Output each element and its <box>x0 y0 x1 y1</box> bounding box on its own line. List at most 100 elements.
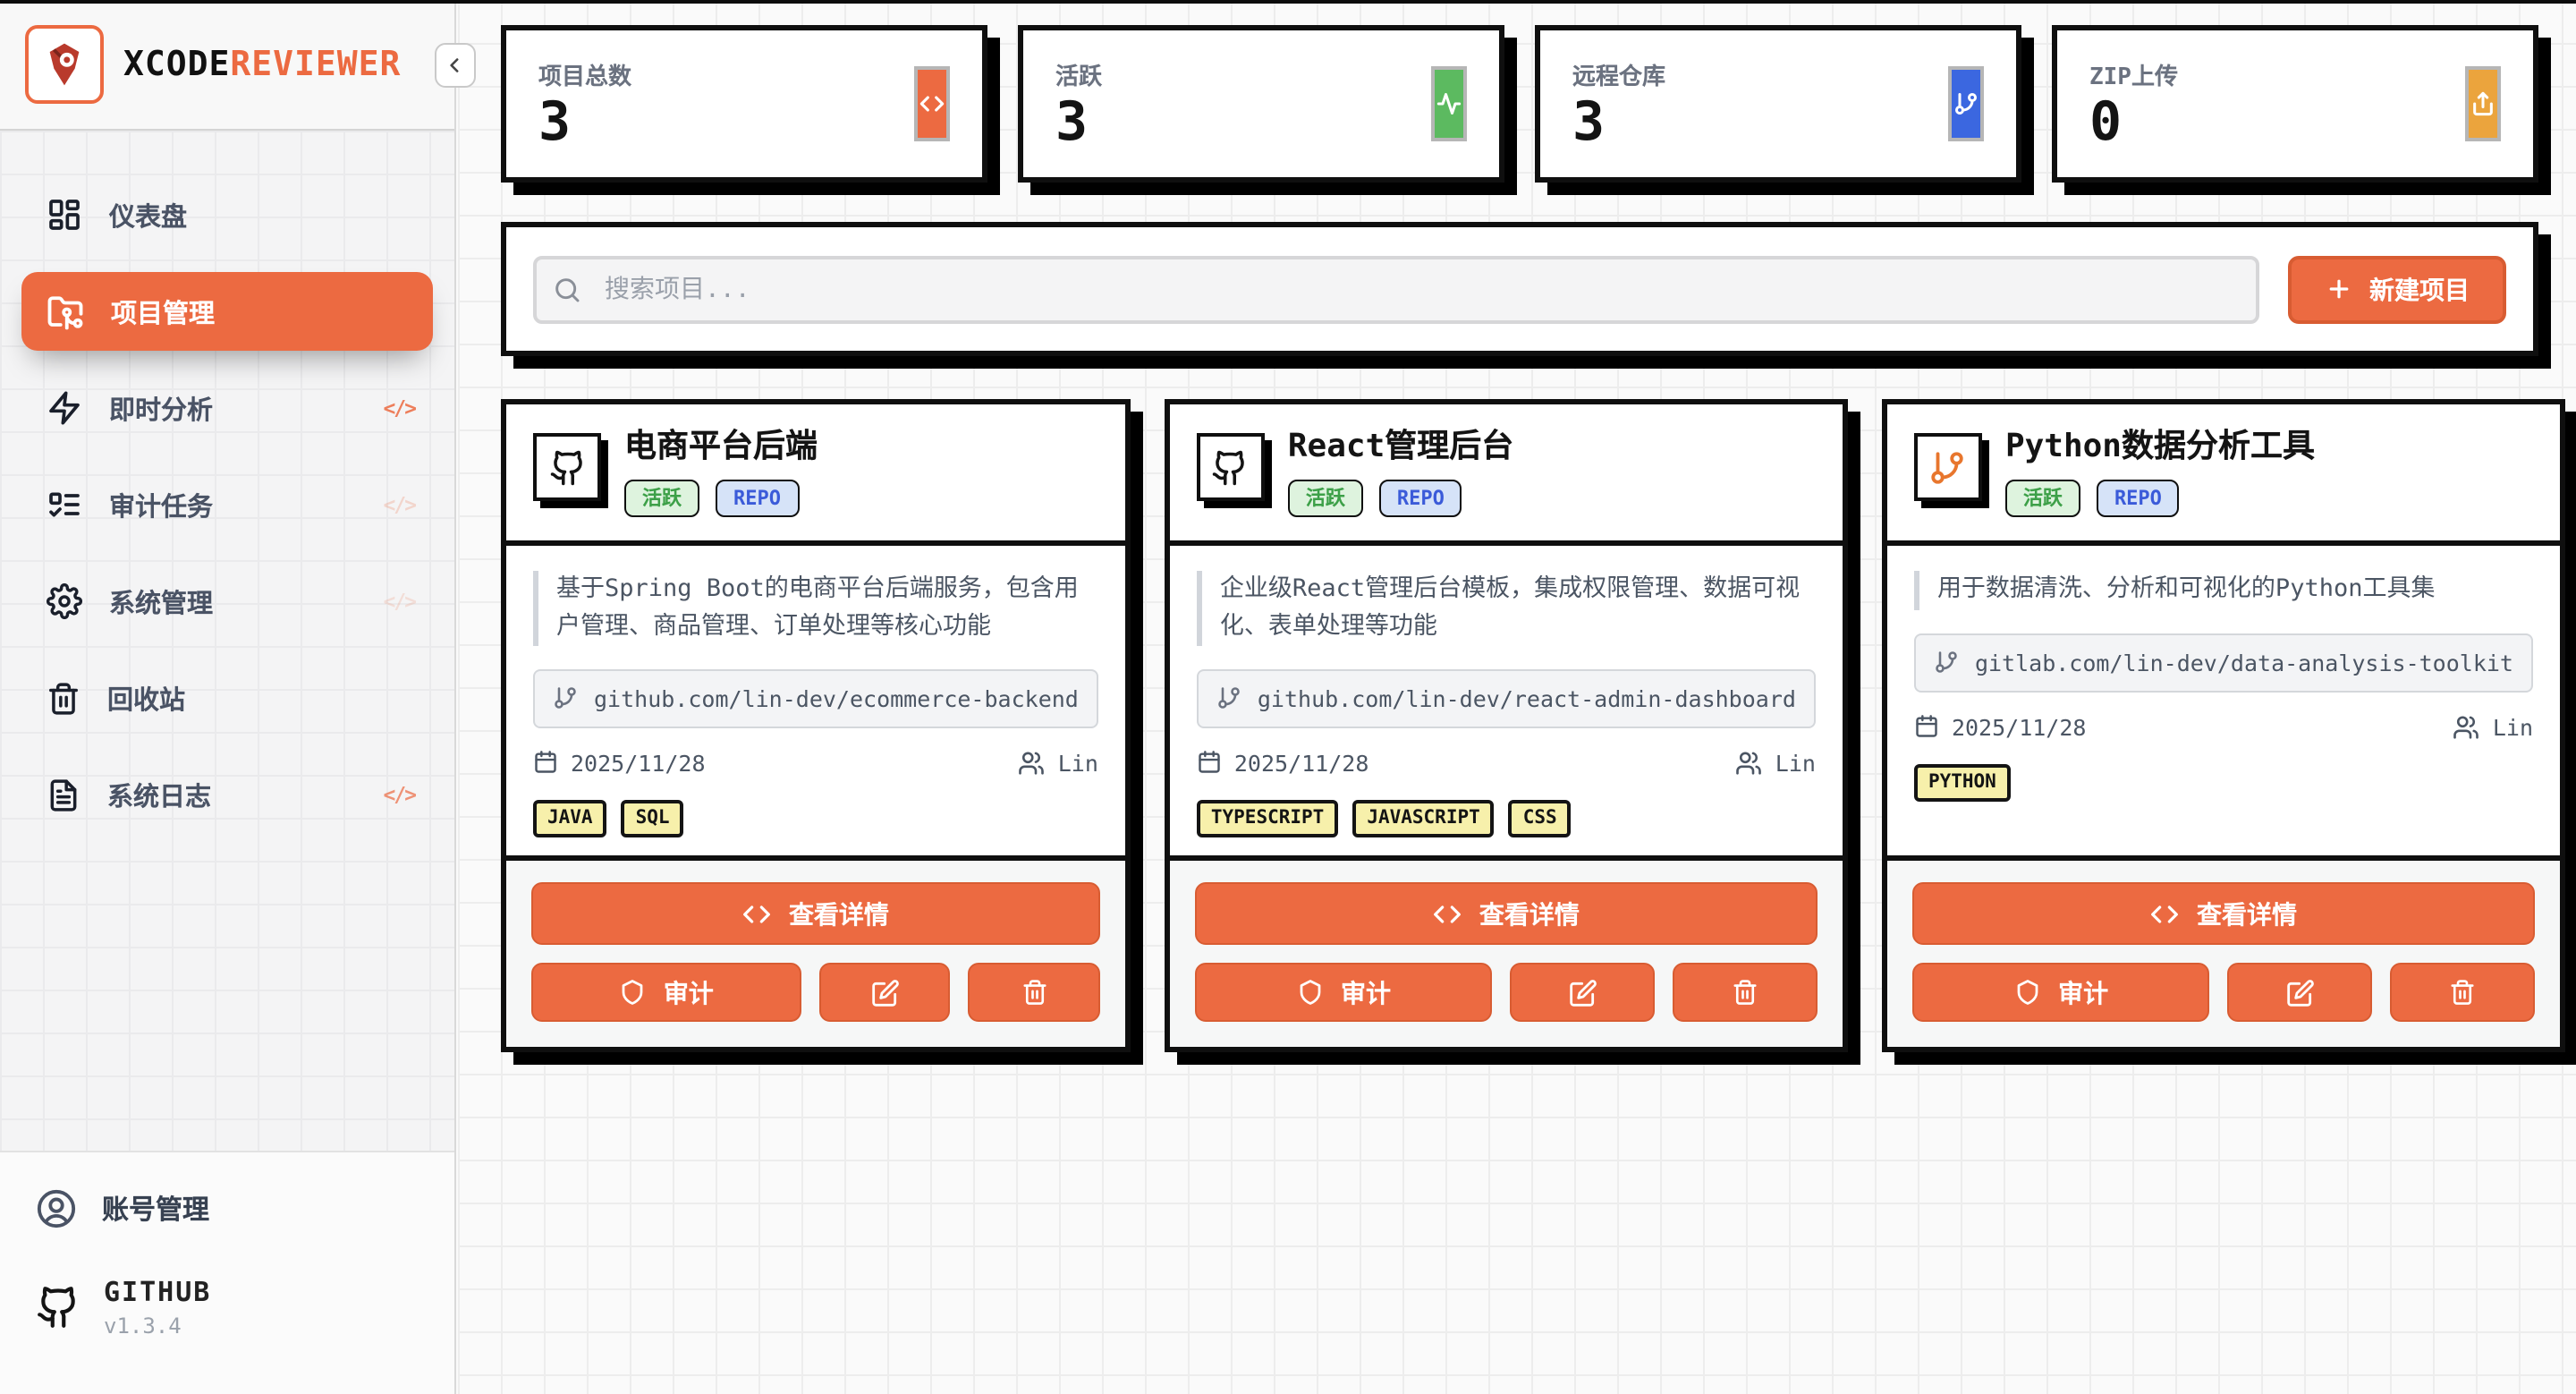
code-icon <box>919 91 945 116</box>
stat-card-total-projects: 项目总数 3 <box>501 25 987 183</box>
users-icon <box>1736 749 1763 776</box>
status-badge: 活跃 <box>1288 479 1363 516</box>
tech-tag: PYTHON <box>1914 764 2011 803</box>
search-panel: 新建项目 <box>501 222 2538 356</box>
view-details-button[interactable]: 查看详情 <box>1912 882 2535 945</box>
project-card-body: 基于Spring Boot的电商平台后端服务，包含用户管理、商品管理、订单处理等… <box>506 546 1125 855</box>
edit-button[interactable] <box>2227 963 2372 1022</box>
edit-button[interactable] <box>1510 963 1655 1022</box>
search-input[interactable] <box>533 255 2259 323</box>
sidebar-item-account[interactable]: 账号管理 <box>36 1188 419 1229</box>
sidebar-nav: 仪表盘 项目管理 即时分析 </> 审计任务 </> 系统管理 </> <box>0 131 454 1151</box>
sidebar-item-system-admin[interactable]: 系统管理 </> <box>21 562 433 641</box>
project-title: 电商平台后端 <box>624 428 818 466</box>
type-badge: REPO <box>2097 479 2180 516</box>
stat-icon-box-3 <box>2465 66 2501 141</box>
edit-icon <box>1568 978 1597 1007</box>
shield-icon <box>2013 979 2040 1006</box>
repo-url-box: gitlab.com/lin-dev/data-analysis-toolkit <box>1914 633 2533 693</box>
new-project-button[interactable]: 新建项目 <box>2288 255 2506 323</box>
calendar-icon <box>533 750 558 775</box>
code-badge-icon: </> <box>383 782 415 807</box>
delete-button[interactable] <box>1673 963 1818 1022</box>
tech-tag: CSS <box>1509 799 1572 837</box>
repo-url: gitlab.com/lin-dev/data-analysis-toolkit <box>1975 650 2513 676</box>
sidebar-item-instant-analysis[interactable]: 即时分析 </> <box>21 369 433 447</box>
plus-icon <box>2325 276 2351 302</box>
view-details-button[interactable]: 查看详情 <box>531 882 1100 945</box>
sidebar-item-dashboard[interactable]: 仪表盘 <box>21 175 433 254</box>
github-version-row: GITHUB v1.3.4 <box>36 1276 419 1339</box>
repo-url-box: github.com/lin-dev/ecommerce-backend <box>533 668 1098 727</box>
project-description: 企业级React管理后台模板，集成权限管理、数据可视化、表单处理等功能 <box>1197 571 1816 646</box>
sidebar-item-system-logs[interactable]: 系统日志 </> <box>21 755 433 834</box>
sidebar-item-recycle-bin[interactable]: 回收站 <box>21 659 433 737</box>
project-card-header: React管理后台 活跃 REPO <box>1170 404 1843 546</box>
view-details-button[interactable]: 查看详情 <box>1195 882 1818 945</box>
code-badge-icon: </> <box>383 395 415 421</box>
tech-tag: JAVA <box>533 799 607 837</box>
project-description: 基于Spring Boot的电商平台后端服务，包含用户管理、商品管理、订单处理等… <box>533 571 1098 646</box>
sidebar: XCODEREVIEWER 仪表盘 项目管理 即时分析 </> 审计任务 <box>0 0 456 1394</box>
gear-icon <box>47 583 82 619</box>
project-description: 用于数据清洗、分析和可视化的Python工具集 <box>1914 571 2533 610</box>
tech-tag: TYPESCRIPT <box>1197 799 1338 837</box>
audit-button[interactable]: 审计 <box>1912 963 2209 1022</box>
project-title: Python数据分析工具 <box>2005 428 2315 466</box>
sidebar-item-projects[interactable]: 项目管理 <box>21 272 433 351</box>
project-date: 2025/11/28 <box>571 749 706 776</box>
activity-icon <box>1436 91 1462 116</box>
status-badge: 活跃 <box>2005 479 2080 516</box>
status-badge: 活跃 <box>624 479 699 516</box>
app-logo-icon <box>25 25 104 104</box>
project-date: 2025/11/28 <box>1952 714 2087 741</box>
edit-button[interactable] <box>819 963 951 1022</box>
tech-tag: SQL <box>622 799 684 837</box>
tech-tags: JAVA SQL <box>533 799 1098 837</box>
project-owner: Lin <box>2493 714 2533 741</box>
project-date: 2025/11/28 <box>1234 749 1369 776</box>
audit-button[interactable]: 审计 <box>531 963 801 1022</box>
project-card-header: Python数据分析工具 活跃 REPO <box>1887 404 2560 546</box>
stat-card-zip-uploads: ZIP上传 0 <box>2052 25 2538 183</box>
project-owner: Lin <box>1058 749 1098 776</box>
delete-button[interactable] <box>2390 963 2535 1022</box>
sidebar-item-audit-tasks[interactable]: 审计任务 </> <box>21 465 433 544</box>
project-card-body: 企业级React管理后台模板，集成权限管理、数据可视化、表单处理等功能 gith… <box>1170 546 1843 855</box>
shield-icon <box>619 979 646 1006</box>
sidebar-collapse-button[interactable] <box>435 43 476 88</box>
shield-icon <box>1296 979 1323 1006</box>
sidebar-footer: 账号管理 GITHUB v1.3.4 <box>0 1151 454 1394</box>
git-branch-icon <box>1216 685 1241 710</box>
trash-icon <box>47 681 80 715</box>
project-card: React管理后台 活跃 REPO 企业级React管理后台模板，集成权限管理、… <box>1165 399 1848 1052</box>
project-cards-row: 电商平台后端 活跃 REPO 基于Spring Boot的电商平台后端服务，包含… <box>501 399 2538 1052</box>
project-card-footer: 查看详情 审计 <box>506 855 1125 1047</box>
project-card: 电商平台后端 活跃 REPO 基于Spring Boot的电商平台后端服务，包含… <box>501 399 1131 1052</box>
project-card-header: 电商平台后端 活跃 REPO <box>506 404 1125 546</box>
project-owner: Lin <box>1775 749 1816 776</box>
code-badge-icon: </> <box>383 589 415 614</box>
git-branch-icon <box>1953 91 1979 116</box>
project-card-footer: 查看详情 审计 <box>1887 855 2560 1047</box>
trash-icon <box>1021 979 1047 1006</box>
audit-button[interactable]: 审计 <box>1195 963 1492 1022</box>
code-icon <box>742 899 771 928</box>
users-icon <box>2453 714 2480 741</box>
github-icon <box>36 1285 80 1330</box>
repo-url: github.com/lin-dev/ecommerce-backend <box>594 684 1079 711</box>
top-border <box>0 0 2576 4</box>
git-branch-icon <box>1934 650 1959 676</box>
code-icon <box>1433 899 1462 928</box>
delete-button[interactable] <box>969 963 1100 1022</box>
repo-url-box: github.com/lin-dev/react-admin-dashboard <box>1197 668 1816 727</box>
git-branch-icon <box>1914 433 1982 501</box>
project-card: Python数据分析工具 活跃 REPO 用于数据清洗、分析和可视化的Pytho… <box>1882 399 2565 1052</box>
stat-icon-box-2 <box>1948 66 1984 141</box>
search-icon <box>553 275 581 303</box>
stat-icon-box-0 <box>914 66 950 141</box>
github-label: GITHUB <box>104 1276 211 1308</box>
logo-area: XCODEREVIEWER <box>0 0 454 131</box>
trash-icon <box>1732 979 1758 1006</box>
type-badge: REPO <box>1379 479 1462 516</box>
